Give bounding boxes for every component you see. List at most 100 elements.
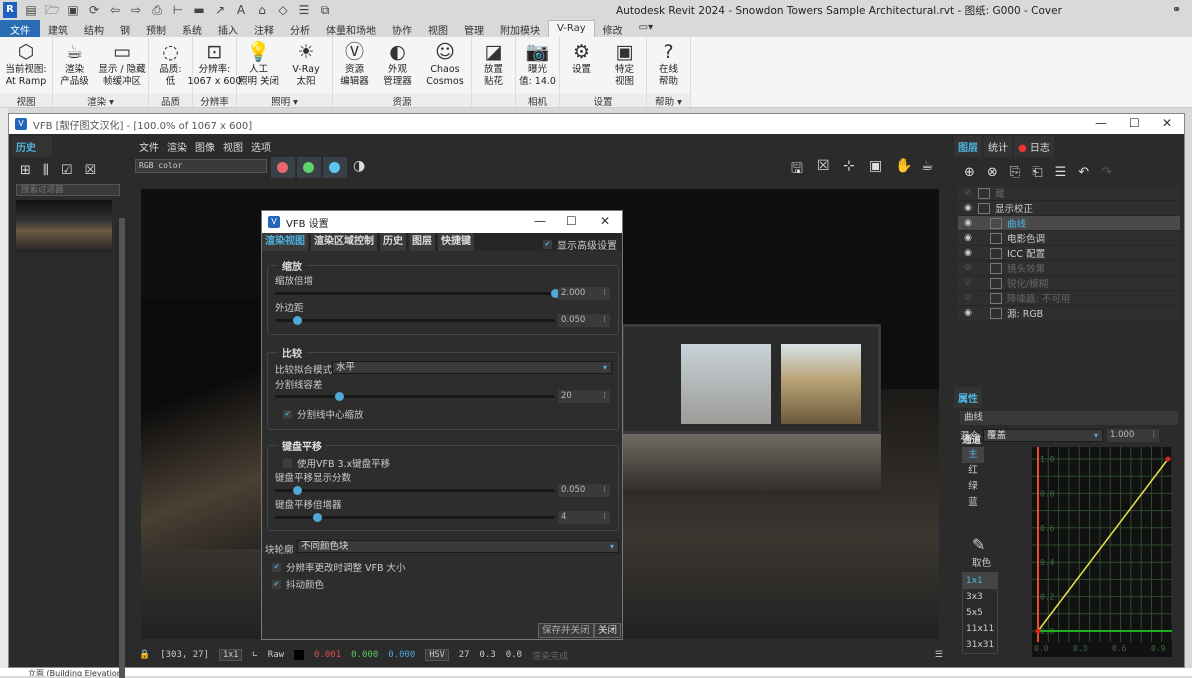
menu-item[interactable]: 渲染 [167, 139, 187, 154]
channel-select[interactable]: RGB color [135, 159, 267, 173]
zoom-mult-spinner[interactable]: 2.000 [558, 287, 610, 300]
clear-image-icon[interactable]: ☒ [817, 158, 830, 174]
tolerance-slider[interactable] [275, 392, 555, 401]
pan-fraction-spinner[interactable]: 0.050 [558, 484, 610, 497]
toggle-panel-icon[interactable]: ☰ [935, 650, 943, 660]
ribbon-button[interactable]: ▣ 特定 视图 [603, 37, 646, 94]
tab-12[interactable]: 管理 [456, 20, 492, 37]
layer-item[interactable]: ◉ 显示校正 [958, 201, 1180, 216]
ribbon-group-label[interactable]: 帮助 ▾ [647, 94, 690, 108]
menu-item[interactable]: 视图 [223, 139, 243, 154]
center-zoom-checkbox[interactable]: ✔ 分割线中心缩放 [283, 407, 364, 421]
ribbon-button[interactable]: 📷 曝光 值: 14.0 [516, 37, 559, 94]
slider-handle[interactable] [335, 392, 345, 401]
tab-13[interactable]: 附加模块 [492, 20, 548, 37]
sample-item[interactable]: 1x1 [963, 573, 997, 589]
blend-mode-select[interactable]: 覆盖 [983, 428, 1104, 442]
tab-region-control[interactable]: 渲染区域控制 [311, 233, 377, 251]
tab-7[interactable]: 注释 [246, 20, 282, 37]
binoculars-icon[interactable]: ⚭ [1172, 3, 1181, 16]
ab-compare-icon[interactable]: ⫼ [43, 163, 49, 178]
pan-mult-spinner[interactable]: 4 [558, 511, 610, 524]
curve-editor[interactable]: 0.00.20.40.60.81.00.00.30.60.9 [1032, 447, 1172, 657]
ribbon-button[interactable]: Ⓥ 资源 编辑器 [333, 37, 376, 94]
redo-icon[interactable]: ⇨ [129, 3, 143, 17]
region-render-icon[interactable]: ▣ [869, 158, 882, 174]
add-layer-icon[interactable]: ⊕ [964, 165, 975, 180]
ribbon-group-label[interactable]: 照明 ▾ [237, 94, 332, 108]
tag-icon[interactable]: ↗ [213, 3, 227, 17]
tab-9[interactable]: 体量和场地 [318, 20, 384, 37]
ribbon-button[interactable]: ◐ 外观 管理器 [376, 37, 419, 94]
channel-item[interactable]: 主 [962, 447, 984, 463]
ribbon-button[interactable]: ☀ V-Ray 太阳 [280, 37, 332, 94]
menu-item[interactable]: 选项 [251, 139, 271, 154]
measure-icon[interactable]: ⊢ [171, 3, 185, 17]
tab-15[interactable]: 修改 [595, 20, 631, 37]
tab-6[interactable]: 插入 [210, 20, 246, 37]
save-icon[interactable]: ▣ [66, 3, 80, 17]
tab-stats[interactable]: 统计 [984, 136, 1012, 157]
dither-checkbox[interactable]: ✔ 抖动颜色 [272, 577, 324, 591]
layer-item[interactable]: ◉ 曲线 [958, 216, 1180, 231]
load-history-icon[interactable]: ☑ [61, 163, 73, 178]
track-mouse-icon[interactable]: ⊹ [843, 158, 855, 174]
green-channel-button[interactable] [297, 157, 321, 178]
outline-select[interactable]: 不同颜色块 [297, 540, 619, 553]
slider-handle[interactable] [313, 513, 322, 522]
tab-5[interactable]: 系统 [174, 20, 210, 37]
menu-item[interactable]: 图像 [195, 139, 215, 154]
curve-icon[interactable]: ∟ [252, 650, 257, 660]
ribbon-button[interactable]: ▭ 显示 / 隐藏 帧缓冲区 [96, 37, 148, 94]
compare-mode-select[interactable]: 水平 [332, 361, 612, 374]
tab-1[interactable]: 建筑 [40, 20, 76, 37]
tab-panel-toggle[interactable]: ▭▾ [631, 20, 661, 37]
save-layers-icon[interactable]: ⎘ [1010, 165, 1020, 180]
tab-8[interactable]: 分析 [282, 20, 318, 37]
tab-0[interactable]: 文件 [0, 20, 40, 37]
save-image-icon[interactable]: 🖫 [791, 158, 803, 182]
delete-layer-icon[interactable]: ⊗ [987, 165, 998, 180]
channel-item[interactable]: 蓝 [962, 495, 984, 511]
dimension-icon[interactable]: ▬ [192, 3, 206, 17]
save-close-button[interactable]: 保存并关闭 [538, 623, 594, 638]
layer-item[interactable]: ⊘ 镜头效果 [958, 261, 1180, 276]
revit-logo[interactable]: R [3, 2, 17, 18]
layer-item[interactable]: ◉ ICC 配置 [958, 246, 1180, 261]
view-name[interactable]: 立面 (Building Elevation) [28, 668, 125, 676]
alpha-icon[interactable]: ◑ [353, 158, 365, 174]
color-mode-select[interactable]: HSV [425, 649, 449, 661]
sample-item[interactable]: 11x11 [963, 621, 997, 637]
eye-icon[interactable]: ◉ [958, 308, 978, 318]
eye-icon[interactable]: ◉ [958, 233, 978, 243]
ribbon-button[interactable]: ⬡ 当前视图: At Ramp [0, 37, 52, 94]
tab-render-view[interactable]: 渲染视图 [262, 233, 308, 251]
ribbon-group-label[interactable]: 渲染 ▾ [53, 94, 148, 108]
section-icon[interactable]: ◇ [276, 3, 290, 17]
open-icon[interactable]: 🗁 [45, 3, 60, 17]
ribbon-button[interactable]: ⊡ 分辨率: 1067 x 600 [188, 37, 242, 94]
eye-hidden-icon[interactable]: ⊘ [958, 263, 978, 273]
history-thumbnail[interactable] [16, 200, 112, 252]
slider-handle[interactable] [293, 486, 303, 495]
tab-2[interactable]: 结构 [76, 20, 112, 37]
stop-icon[interactable]: ✋ [895, 158, 912, 174]
remove-history-icon[interactable]: ☒ [85, 163, 97, 178]
pan-fraction-slider[interactable] [275, 486, 555, 495]
dialog-maximize-button[interactable]: ☐ [566, 214, 577, 228]
resize-checkbox[interactable]: ✔ 分辨率更改时调整 VFB 大小 [272, 560, 406, 574]
layer-item[interactable]: ◉ 源: RGB [958, 306, 1180, 321]
menu-item[interactable]: 文件 [139, 139, 159, 154]
layer-list-icon[interactable]: ☰ [1055, 165, 1067, 180]
thin-lines-icon[interactable]: ☰ [297, 3, 311, 17]
undo-icon[interactable]: ⇦ [108, 3, 122, 17]
margin-spinner[interactable]: 0.050 [558, 314, 610, 327]
text-icon[interactable]: A [234, 3, 248, 17]
eye-hidden-icon[interactable]: ⊘ [958, 188, 978, 198]
layer-name-field[interactable]: 曲线 [960, 411, 1178, 425]
channel-item[interactable]: 绿 [962, 479, 984, 495]
tab-shortcuts[interactable]: 快捷键 [438, 233, 474, 251]
dialog-close-button[interactable]: ✕ [600, 214, 610, 228]
channel-item[interactable]: 红 [962, 463, 984, 479]
sample-item[interactable]: 31x31 [963, 637, 997, 653]
